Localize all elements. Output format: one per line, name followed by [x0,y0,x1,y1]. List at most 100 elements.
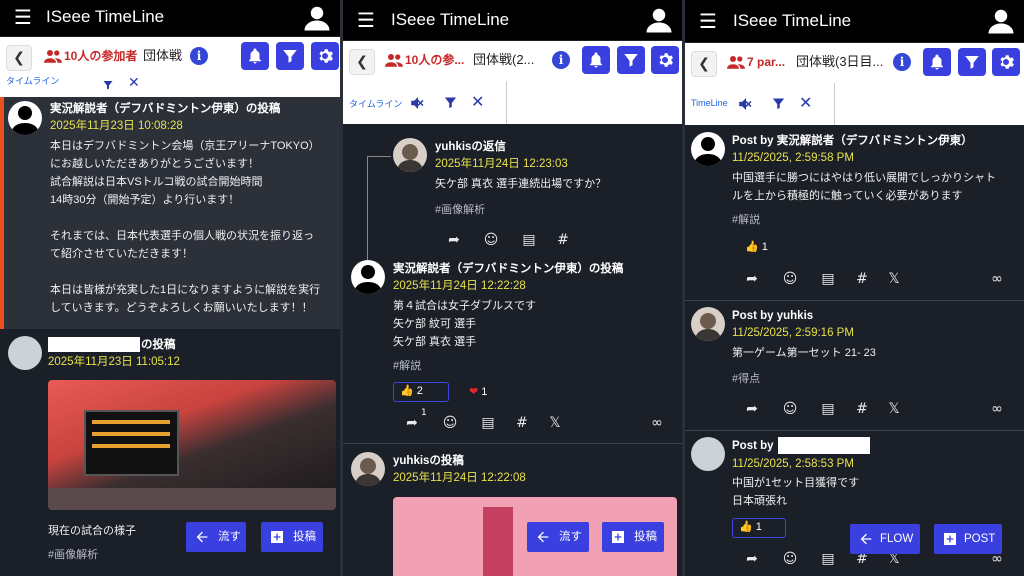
post-button[interactable]: POST [934,524,1002,554]
thumbs-up-icon: 👍 [739,521,753,533]
flow-button[interactable]: 流す [186,522,246,552]
x-share-icon[interactable]: 𝕏 [885,270,903,288]
back-button[interactable]: ❮ [349,49,375,75]
post-author[interactable]: 実況解説者（デフバドミントン伊東）の投稿 [393,262,623,276]
settings-button[interactable] [992,48,1020,76]
filter-button[interactable] [617,46,645,74]
post-author[interactable]: 実況解説者（デフバドミントン伊東）の投稿 [50,102,280,116]
post-button[interactable]: 投稿 [261,522,323,552]
x-share-icon[interactable]: 𝕏 [546,414,564,432]
back-button[interactable]: ❮ [691,51,717,77]
volume-off-icon[interactable] [737,95,755,113]
hashtag-icon[interactable]: # [554,231,572,249]
post-tag[interactable]: #得点 [732,372,760,386]
avatar[interactable] [351,260,385,294]
flow-button[interactable]: FLOW [850,524,920,554]
app-bar: ☰ ISeee TimeLine [343,0,682,40]
thumbs-up-reaction[interactable]: 👍 1 [745,238,768,256]
thumbs-up-reaction[interactable]: 👍 2 [393,382,449,402]
close-icon[interactable]: ✕ [799,93,812,112]
filter-icon[interactable] [102,79,114,91]
share-icon[interactable]: ➦ [743,270,761,288]
participants-count[interactable]: 10人の参加者 [44,48,137,64]
add-reaction-icon[interactable]: ☺ [781,550,799,568]
hashtag-icon[interactable]: # [513,414,531,432]
participants-count[interactable]: 7 par... [727,54,785,70]
post-tag[interactable]: #解説 [393,359,421,373]
post-time: 11/25/2025, 2:58:53 PM [732,458,854,470]
account-icon[interactable] [302,3,332,33]
notification-button[interactable] [241,42,269,70]
filter-button[interactable] [958,48,986,76]
account-icon[interactable] [644,5,674,35]
filter-icon[interactable] [443,95,458,110]
add-reaction-icon[interactable]: ☺ [441,414,459,432]
notification-button[interactable] [923,48,951,76]
share-icon[interactable]: ➦ [403,414,421,432]
match-name: 団体戦 [143,48,183,63]
avatar[interactable] [691,132,725,166]
close-icon[interactable]: ✕ [128,75,140,91]
filter-label[interactable]: タイムライン [6,74,59,87]
avatar[interactable] [8,101,42,135]
post-tag[interactable]: #画像解析 [435,203,485,217]
avatar[interactable] [351,452,385,486]
link-icon[interactable]: ∞ [988,270,1006,288]
avatar[interactable] [8,336,42,370]
menu-icon[interactable]: ☰ [14,5,32,29]
add-note-icon[interactable]: ▤ [479,414,497,432]
info-icon[interactable]: i [190,47,208,65]
hashtag-icon[interactable]: # [853,400,871,418]
avatar[interactable] [393,138,427,172]
add-reaction-icon[interactable]: ☺ [781,270,799,288]
post-author[interactable]: の投稿 [141,338,176,352]
x-share-icon[interactable]: 𝕏 [885,400,903,418]
post-author[interactable]: Post by yuhkis [732,309,813,323]
link-icon[interactable]: ∞ [988,400,1006,418]
menu-icon[interactable]: ☰ [699,9,717,33]
settings-button[interactable] [311,42,339,70]
back-button[interactable]: ❮ [6,45,32,71]
post-author[interactable]: Post by [732,439,774,453]
filter-label[interactable]: TimeLine [691,98,728,108]
post-author[interactable]: Post by 実況解説者（デフバドミントン伊東） [732,134,973,148]
add-note-icon[interactable]: ▤ [520,231,538,249]
panel-1: ☰ ISeee TimeLine ❮ 10人の参加者 団体戦 i タイムライン … [0,0,340,576]
avatar[interactable] [691,307,725,341]
notification-button[interactable] [582,46,610,74]
post-author[interactable]: yuhkisの返信 [435,140,506,154]
info-icon[interactable]: i [552,51,570,69]
thumbs-up-reaction[interactable]: 👍 1 [732,518,786,538]
filter-button[interactable] [276,42,304,70]
post-tag[interactable]: #画像解析 [48,548,98,562]
add-note-icon[interactable]: ▤ [819,400,837,418]
post-button[interactable]: 投稿 [602,522,664,552]
post-author[interactable]: yuhkisの投稿 [393,454,464,468]
filter-icon [965,56,979,69]
share-icon[interactable]: ➦ [743,550,761,568]
menu-icon[interactable]: ☰ [357,8,375,32]
volume-off-icon[interactable] [409,94,427,112]
link-icon[interactable]: ∞ [648,414,666,432]
flow-button[interactable]: 流す [527,522,589,552]
avatar[interactable] [691,437,725,471]
settings-button[interactable] [651,46,679,74]
share-icon[interactable]: ➦ [743,400,761,418]
close-icon[interactable]: ✕ [471,92,484,111]
heart-reaction[interactable]: ❤ 1 [469,383,487,401]
add-note-icon[interactable]: ▤ [819,270,837,288]
hashtag-icon[interactable]: # [853,270,871,288]
post-tag[interactable]: #解説 [732,213,760,227]
account-icon[interactable] [986,6,1016,36]
share-icon[interactable]: ➦ [445,231,463,249]
add-reaction-icon[interactable]: ☺ [781,400,799,418]
post-time: 2025年11月23日 11:05:12 [48,356,180,368]
filter-label[interactable]: タイムライン [349,97,402,110]
user-icon [354,265,382,294]
info-icon[interactable]: i [893,53,911,71]
post-image[interactable] [48,380,336,510]
add-note-icon[interactable]: ▤ [819,550,837,568]
filter-icon[interactable] [771,96,786,111]
add-reaction-icon[interactable]: ☺ [482,231,500,249]
participants-count[interactable]: 10人の参... [385,52,464,68]
